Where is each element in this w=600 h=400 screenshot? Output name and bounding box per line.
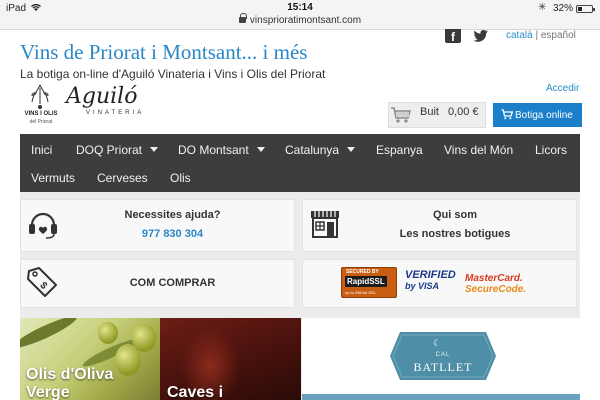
cart-status: Buit <box>420 106 439 118</box>
store-icon <box>311 211 339 238</box>
cal-batllet-underline <box>302 394 580 400</box>
nav-label: Inici <box>31 143 53 157</box>
cal-batllet-small-text: CAL <box>435 352 451 358</box>
cart-icon <box>501 109 513 120</box>
nav-label: Catalunya <box>285 143 340 157</box>
site-tagline: La botiga on-line d'Aguiló Vinateria i V… <box>20 67 326 81</box>
rapidssl-secured-text: SECURED BY <box>346 269 379 275</box>
nav-item-espanya[interactable]: Espanya <box>376 143 423 157</box>
url-text: vinsprioratimontsant.com <box>249 15 362 26</box>
rapidssl-note-text: up to 256-bit SSL <box>345 290 376 295</box>
shops-title-line2: Les nostres botigues <box>399 228 511 240</box>
screen: iPad 15:14 vinsprioratimontsant.com ✳ 32… <box>0 0 600 400</box>
leaf-shape <box>20 318 80 353</box>
cart-icon[interactable] <box>390 106 412 124</box>
nav-item-do-montsant[interactable]: DO Montsant <box>178 143 265 157</box>
bluetooth-icon: ✳ <box>538 2 547 13</box>
olive-shape <box>132 324 156 352</box>
cal-batllet-name: BATLLET <box>413 360 473 374</box>
ios-status-bar: iPad 15:14 vinsprioratimontsant.com ✳ 32… <box>0 0 600 30</box>
nav-item-vermuts[interactable]: Vermuts <box>31 171 75 185</box>
twitter-icon[interactable] <box>471 29 489 43</box>
address-bar[interactable]: vinsprioratimontsant.com <box>0 13 600 26</box>
olive-oil-banner[interactable]: Olis d'Oliva Verge <box>20 318 160 400</box>
cart-amount: 0,00 € <box>448 106 479 118</box>
chevron-down-icon <box>256 147 265 152</box>
shops-card[interactable] <box>302 199 577 252</box>
vins-i-olis-logo-icon[interactable] <box>20 82 60 112</box>
clock: 15:14 <box>287 2 313 13</box>
nav-item-vins-del-mon[interactable]: Vins del Món <box>444 143 513 157</box>
price-tag-icon: $ <box>27 267 57 297</box>
rapidssl-brand-text: RapidSSL <box>345 276 387 287</box>
online-shop-button[interactable]: Botiga online <box>493 103 582 127</box>
facebook-icon[interactable]: f <box>445 29 461 44</box>
nav-label: DOQ Priorat <box>76 143 143 157</box>
help-title: Necessites ajuda? <box>124 209 221 221</box>
nav-item-licors[interactable]: Licors <box>535 143 567 157</box>
logo-subtext: del Priorat <box>29 119 53 125</box>
olive-shape <box>98 322 118 344</box>
battery-level <box>578 7 582 11</box>
nav-label: Cerveses <box>97 171 148 185</box>
chevron-down-icon <box>150 147 159 152</box>
lang-espanol-link[interactable]: español <box>541 30 576 41</box>
nav-item-doq-priorat[interactable]: DOQ Priorat <box>76 143 159 157</box>
nav-item-catalunya[interactable]: Catalunya <box>285 143 356 157</box>
moon-icon: ☾ <box>433 338 442 348</box>
help-card[interactable] <box>20 199 295 252</box>
lock-icon <box>238 13 247 23</box>
nav-label: Vermuts <box>31 171 76 185</box>
main-nav: Inici DOQ Priorat DO Montsant Catalunya … <box>20 134 580 192</box>
visa-line1: VERIFIED <box>405 269 456 281</box>
nav-item-cerveses[interactable]: Cerveses <box>97 171 148 185</box>
olive-oil-banner-label: Olis d'Oliva Verge <box>26 366 114 400</box>
caves-banner-label: Caves i <box>167 384 224 400</box>
mastercard-line2: SecureCode. <box>465 284 527 295</box>
aguilo-logo-sub: VINATERIA <box>86 110 145 116</box>
shops-title-line1: Qui som <box>432 209 477 221</box>
battery-icon <box>576 5 595 13</box>
headset-icon <box>29 212 57 239</box>
login-link[interactable]: Accedir <box>546 83 579 94</box>
mastercard-line1: MasterCard. <box>465 273 523 284</box>
logo-text: VINS I OLIS <box>24 111 58 117</box>
nav-item-olis[interactable]: Olis <box>170 171 191 185</box>
nav-label: Licors <box>535 143 568 157</box>
aguilo-logo[interactable]: Aguiló <box>66 84 137 109</box>
rapidssl-badge: SECURED BY RapidSSL up to 256-bit SSL <box>341 267 397 298</box>
how-to-buy-title: COM COMPRAR <box>129 277 216 289</box>
online-shop-label: Botiga online <box>515 110 573 121</box>
nav-label: Vins del Món <box>444 143 514 157</box>
battery-percent: 32% <box>553 3 574 14</box>
lang-catala-link[interactable]: català <box>506 30 533 41</box>
nav-label: DO Montsant <box>178 143 249 157</box>
nav-item-inici[interactable]: Inici <box>31 143 52 157</box>
nav-label: Espanya <box>376 143 423 157</box>
visa-line2: by VISA <box>405 281 440 291</box>
chevron-down-icon <box>347 147 356 152</box>
caves-banner[interactable]: Caves i <box>160 318 301 400</box>
nav-label: Olis <box>170 171 191 185</box>
lang-separator: | <box>535 30 539 41</box>
language-switcher: català | español <box>506 30 576 41</box>
help-phone[interactable]: 977 830 304 <box>100 228 245 240</box>
mastercard-securecode-badge: MasterCard. SecureCode. <box>465 273 526 295</box>
site-title[interactable]: Vins de Priorat i Montsant... i més <box>20 40 307 65</box>
verified-by-visa-badge: VERIFIED by VISA <box>405 270 456 292</box>
